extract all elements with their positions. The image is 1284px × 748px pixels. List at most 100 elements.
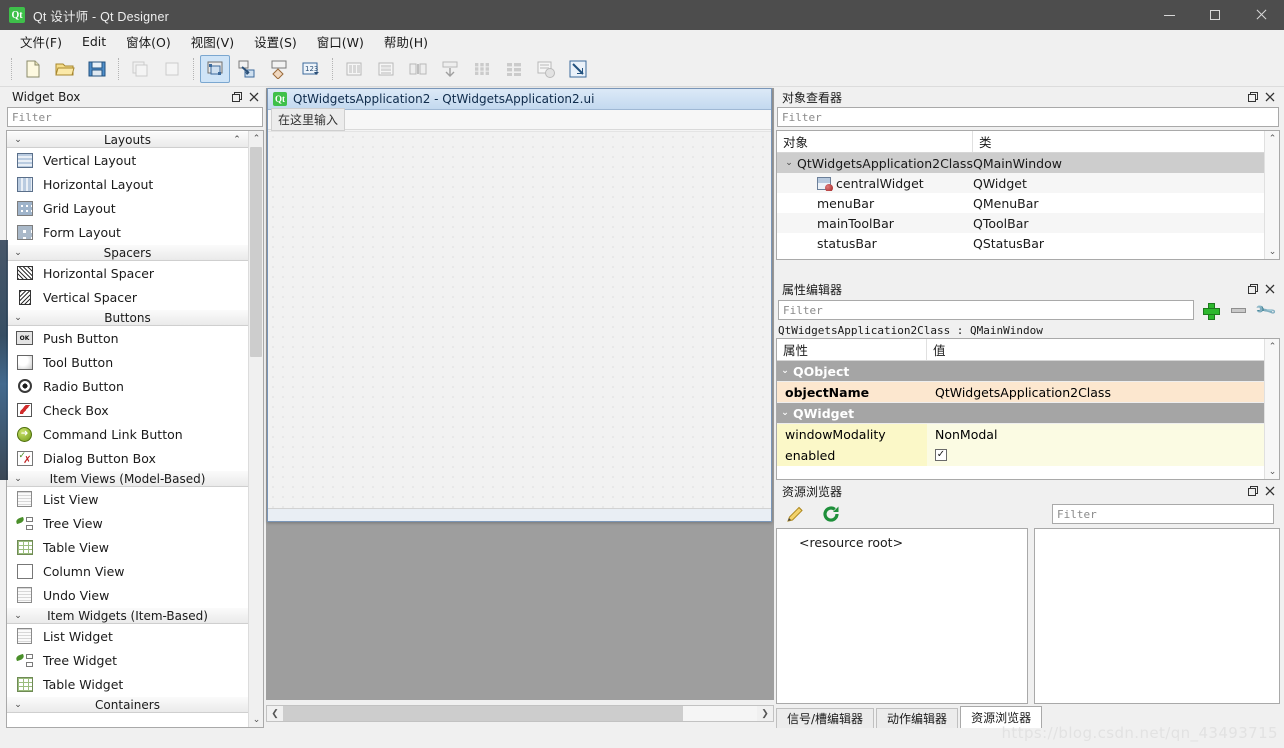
object-row-statusbar[interactable]: statusBar QStatusBar [777,233,1279,253]
object-inspector-scrollbar[interactable]: ⌃ ⌄ [1264,131,1279,259]
object-inspector-float-button[interactable] [1245,90,1261,105]
new-form-button[interactable] [18,55,48,83]
layout-grid-button[interactable] [467,55,497,83]
edit-signals-slots-button[interactable] [232,55,262,83]
edit-resources-button[interactable] [782,502,808,526]
adjust-size-button[interactable] [563,55,593,83]
resource-tree-pane[interactable]: <resource root> [776,528,1028,704]
tab-signal-slot-editor[interactable]: 信号/槽编辑器 [776,708,875,728]
widget-box-scrollbar[interactable]: ⌃ ⌄ [248,131,263,727]
redo-button[interactable] [157,55,187,83]
tab-resource-browser[interactable]: 资源浏览器 [960,706,1043,728]
widget-box-category-layouts[interactable]: ⌄ Layouts ⌃ [7,131,248,148]
widget-item-radio-button[interactable]: Radio Button [7,374,248,398]
widget-item-form-layout[interactable]: Form Layout [7,220,248,244]
resource-root-item[interactable]: <resource root> [799,535,903,550]
scroll-down-icon[interactable]: ⌄ [249,712,263,727]
edit-widgets-button[interactable] [200,55,230,83]
column-header-value[interactable]: 值 [927,339,1279,360]
menu-window[interactable]: 窗口(W) [307,29,374,54]
property-row-windowmodality[interactable]: windowModality NonModal [777,423,1279,445]
menu-settings[interactable]: 设置(S) [244,29,307,54]
property-value[interactable]: QtWidgetsApplication2Class [927,382,1279,403]
widget-item-horizontal-layout[interactable]: Horizontal Layout [7,172,248,196]
enabled-checkbox[interactable]: ✓ [935,449,947,461]
property-value-cell[interactable]: ✓ [927,444,1279,466]
scroll-down-icon[interactable]: ⌄ [1265,464,1279,479]
widget-item-check-box[interactable]: Check Box [7,398,248,422]
scroll-left-icon[interactable]: ❮ [267,706,283,721]
resource-browser-filter-input[interactable]: Filter [1052,504,1274,524]
form-menu-placeholder[interactable]: 在这里输入 [271,108,346,131]
widget-box-category-item-widgets[interactable]: ⌄ Item Widgets (Item-Based) [7,607,248,624]
menu-edit[interactable]: Edit [72,31,116,52]
widget-item-vertical-layout[interactable]: Vertical Layout [7,148,248,172]
property-value[interactable]: NonModal [927,423,1279,445]
resource-list-pane[interactable] [1034,528,1280,704]
layout-vertically-button[interactable] [371,55,401,83]
widget-item-undo-view[interactable]: Undo View [7,583,248,607]
edit-tab-order-button[interactable]: 123 [296,55,326,83]
widget-item-tool-button[interactable]: Tool Button [7,350,248,374]
tab-action-editor[interactable]: 动作编辑器 [876,708,959,728]
form-horizontal-scrollbar[interactable]: ❮ ❯ [266,705,774,722]
widget-box-category-buttons[interactable]: ⌄ Buttons [7,309,248,326]
resource-browser-float-button[interactable] [1245,484,1261,499]
column-header-object[interactable]: 对象 [777,131,973,152]
reload-resources-button[interactable] [818,502,844,526]
layout-horizontally-button[interactable] [339,55,369,83]
remove-property-button[interactable] [1226,299,1250,321]
widget-item-table-widget[interactable]: Table Widget [7,672,248,696]
widget-box-category-spacers[interactable]: ⌄ Spacers [7,244,248,261]
widget-box-filter-input[interactable]: Filter [7,107,263,127]
menu-form[interactable]: 窗体(O) [116,29,181,54]
undo-button[interactable] [125,55,155,83]
property-editor-float-button[interactable] [1245,282,1261,297]
scroll-down-icon[interactable]: ⌄ [1265,244,1279,259]
layout-splitter-vertical-button[interactable] [435,55,465,83]
widget-item-list-widget[interactable]: List Widget [7,624,248,648]
property-group-qobject[interactable]: ⌄ QObject [777,361,1279,382]
widget-item-tree-widget[interactable]: Tree Widget [7,648,248,672]
column-header-class[interactable]: 类 [973,131,1279,152]
widget-item-tree-view[interactable]: Tree View [7,511,248,535]
chevron-down-icon[interactable]: ⌄ [777,366,793,376]
add-property-button[interactable] [1198,299,1222,321]
object-row-centralwidget[interactable]: centralWidget QWidget [777,173,1279,193]
layout-splitter-horizontal-button[interactable] [403,55,433,83]
object-row-menubar[interactable]: menuBar QMenuBar [777,193,1279,213]
scroll-up-icon[interactable]: ⌃ [1265,339,1279,354]
object-inspector-close-button[interactable] [1262,90,1278,105]
property-group-qwidget[interactable]: ⌄ QWidget [777,403,1279,424]
widget-item-command-link-button[interactable]: ➜ Command Link Button [7,422,248,446]
object-row-qtwidgetsapplication2class[interactable]: ⌄ QtWidgetsApplication2Class QMainWindow [777,153,1279,173]
property-row-enabled[interactable]: enabled ✓ [777,444,1279,466]
chevron-down-icon[interactable]: ⌄ [777,408,793,418]
widget-item-horizontal-spacer[interactable]: Horizontal Spacer [7,261,248,285]
maximize-button[interactable] [1192,0,1238,30]
widget-item-column-view[interactable]: Column View [7,559,248,583]
widget-box-category-containers[interactable]: ⌄ Containers [7,696,248,713]
scroll-right-icon[interactable]: ❯ [757,706,773,721]
chevron-down-icon[interactable]: ⌄ [781,158,797,168]
layout-form-button[interactable] [499,55,529,83]
property-editor-filter-input[interactable]: Filter [778,300,1194,320]
object-row-maintoolbar[interactable]: mainToolBar QToolBar [777,213,1279,233]
form-canvas[interactable] [268,131,771,508]
scrollbar-thumb[interactable] [250,147,262,357]
form-menu-bar[interactable]: 在这里输入 [268,108,771,131]
menu-file[interactable]: 文件(F) [10,29,72,54]
widget-item-table-view[interactable]: Table View [7,535,248,559]
widget-item-grid-layout[interactable]: Grid Layout [7,196,248,220]
scrollbar-thumb[interactable] [283,706,683,721]
widget-item-list-view[interactable]: List View [7,487,248,511]
scrollbar-track[interactable] [283,706,757,721]
property-editor-scrollbar[interactable]: ⌃ ⌄ [1264,339,1279,479]
form-window[interactable]: Qt QtWidgetsApplication2 - QtWidgetsAppl… [267,88,772,522]
object-inspector-filter-input[interactable]: Filter [777,107,1279,127]
break-layout-button[interactable] [531,55,561,83]
widget-item-vertical-spacer[interactable]: Vertical Spacer [7,285,248,309]
menu-help[interactable]: 帮助(H) [374,29,438,54]
edit-buddies-button[interactable] [264,55,294,83]
close-button[interactable] [1238,0,1284,30]
